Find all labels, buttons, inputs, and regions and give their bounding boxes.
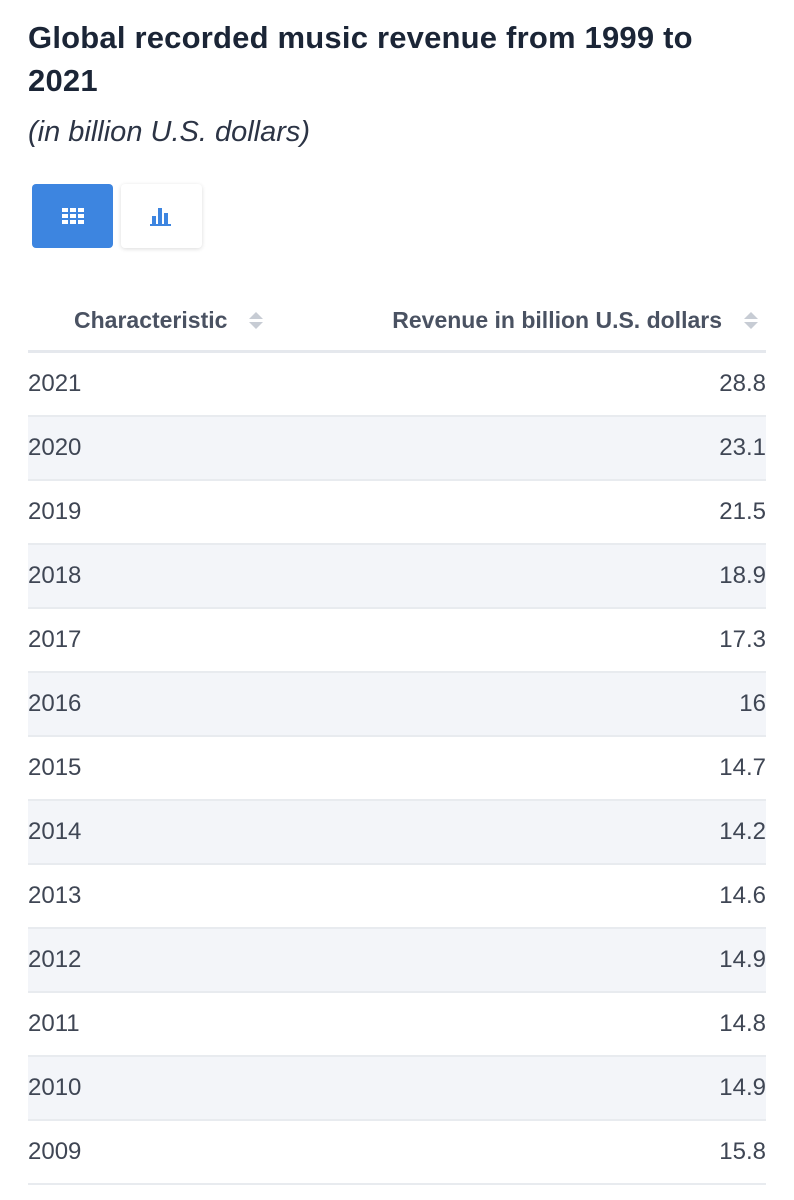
- table-row: 2018 18.9: [28, 544, 766, 609]
- table-grid-icon: [61, 208, 84, 224]
- revenue-cell: 14.7: [328, 736, 766, 801]
- table-row: 2011 14.8: [28, 992, 766, 1057]
- table-row: 2016 16: [28, 672, 766, 737]
- revenue-cell: 14.8: [328, 992, 766, 1057]
- revenue-cell: 28.8: [328, 351, 766, 417]
- table-view-button[interactable]: [32, 184, 113, 248]
- chart-title: Global recorded music revenue from 1999 …: [28, 20, 693, 98]
- revenue-cell: 14.6: [328, 864, 766, 929]
- year-cell: 2018: [28, 544, 328, 609]
- year-cell: 2011: [28, 992, 328, 1057]
- table-row: 2014 14.2: [28, 800, 766, 865]
- revenue-cell: 18.9: [328, 544, 766, 609]
- table-row: 2012 14.9: [28, 928, 766, 993]
- year-cell: 2020: [28, 416, 328, 481]
- table-body: 2021 28.8 2020 23.1 2019 21.5 2018 18.9 2017 17.3…: [28, 351, 766, 1185]
- revenue-cell: 14.2: [328, 800, 766, 865]
- table-row: 2019 21.5: [28, 480, 766, 545]
- year-cell: 2017: [28, 608, 328, 673]
- year-cell: 2016: [28, 672, 328, 737]
- revenue-cell: 17.3: [328, 608, 766, 673]
- year-cell: 2009: [28, 1120, 328, 1185]
- table-row: 2015 14.7: [28, 736, 766, 801]
- table-row: 2009 15.8: [28, 1120, 766, 1185]
- revenue-cell: 14.9: [328, 928, 766, 993]
- table-row: 2010 14.9: [28, 1056, 766, 1121]
- revenue-cell: 15.8: [328, 1120, 766, 1185]
- view-toggle: [32, 184, 202, 248]
- sort-icon[interactable]: [744, 311, 758, 329]
- bar-chart-icon: [149, 208, 171, 226]
- statistic-panel: Global recorded music revenue from 1999 …: [0, 0, 794, 1200]
- column-header-label: Characteristic: [74, 306, 228, 333]
- table-row: 2017 17.3: [28, 608, 766, 673]
- table-row: 2021 28.8: [28, 351, 766, 417]
- sort-icon[interactable]: [249, 311, 264, 329]
- table-header-row: Characteristic Revenue in billion U.S. d…: [28, 290, 766, 353]
- chart-view-button[interactable]: [121, 184, 202, 248]
- column-header-revenue[interactable]: Revenue in billion U.S. dollars: [328, 290, 766, 353]
- column-header-characteristic[interactable]: Characteristic: [28, 290, 328, 353]
- revenue-cell: 14.9: [328, 1056, 766, 1121]
- data-table: Characteristic Revenue in billion U.S. d…: [28, 290, 766, 1185]
- year-cell: 2014: [28, 800, 328, 865]
- table-row: 2020 23.1: [28, 416, 766, 481]
- table-row: 2013 14.6: [28, 864, 766, 929]
- year-cell: 2012: [28, 928, 328, 993]
- year-cell: 2010: [28, 1056, 328, 1121]
- revenue-cell: 23.1: [328, 416, 766, 481]
- revenue-cell: 21.5: [328, 480, 766, 545]
- year-cell: 2019: [28, 480, 328, 545]
- year-cell: 2013: [28, 864, 328, 929]
- column-header-label: Revenue in billion U.S. dollars: [392, 306, 722, 333]
- revenue-cell: 16: [328, 672, 766, 737]
- chart-subtitle: (in billion U.S. dollars): [28, 116, 311, 148]
- year-cell: 2015: [28, 736, 328, 801]
- year-cell: 2021: [28, 351, 328, 417]
